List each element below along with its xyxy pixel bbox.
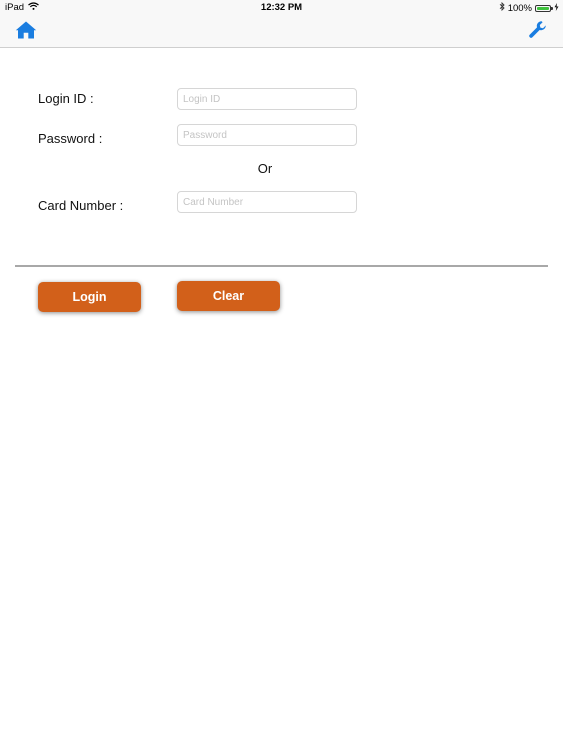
status-time: 12:32 PM (260, 2, 303, 13)
home-icon[interactable] (15, 20, 37, 40)
login-button[interactable]: Login (38, 282, 141, 312)
login-id-input[interactable] (177, 88, 357, 110)
nav-bar (0, 16, 563, 48)
card-number-label: Card Number : (38, 198, 124, 213)
charging-bolt-icon (554, 2, 559, 14)
battery-percent: 100% (507, 2, 532, 14)
clear-button[interactable]: Clear (177, 281, 280, 311)
status-bar: iPad 12:32 PM 100% (0, 0, 563, 16)
divider (15, 265, 548, 267)
wrench-icon[interactable] (528, 20, 548, 40)
login-id-label: Login ID : (38, 91, 94, 106)
or-separator: Or (257, 161, 273, 176)
password-input[interactable] (177, 124, 357, 146)
battery-fill (537, 6, 549, 10)
card-number-input[interactable] (177, 191, 357, 213)
bluetooth-icon (499, 1, 505, 14)
battery-icon (535, 4, 553, 12)
password-label: Password : (38, 131, 103, 146)
status-right: 100% (499, 1, 559, 14)
